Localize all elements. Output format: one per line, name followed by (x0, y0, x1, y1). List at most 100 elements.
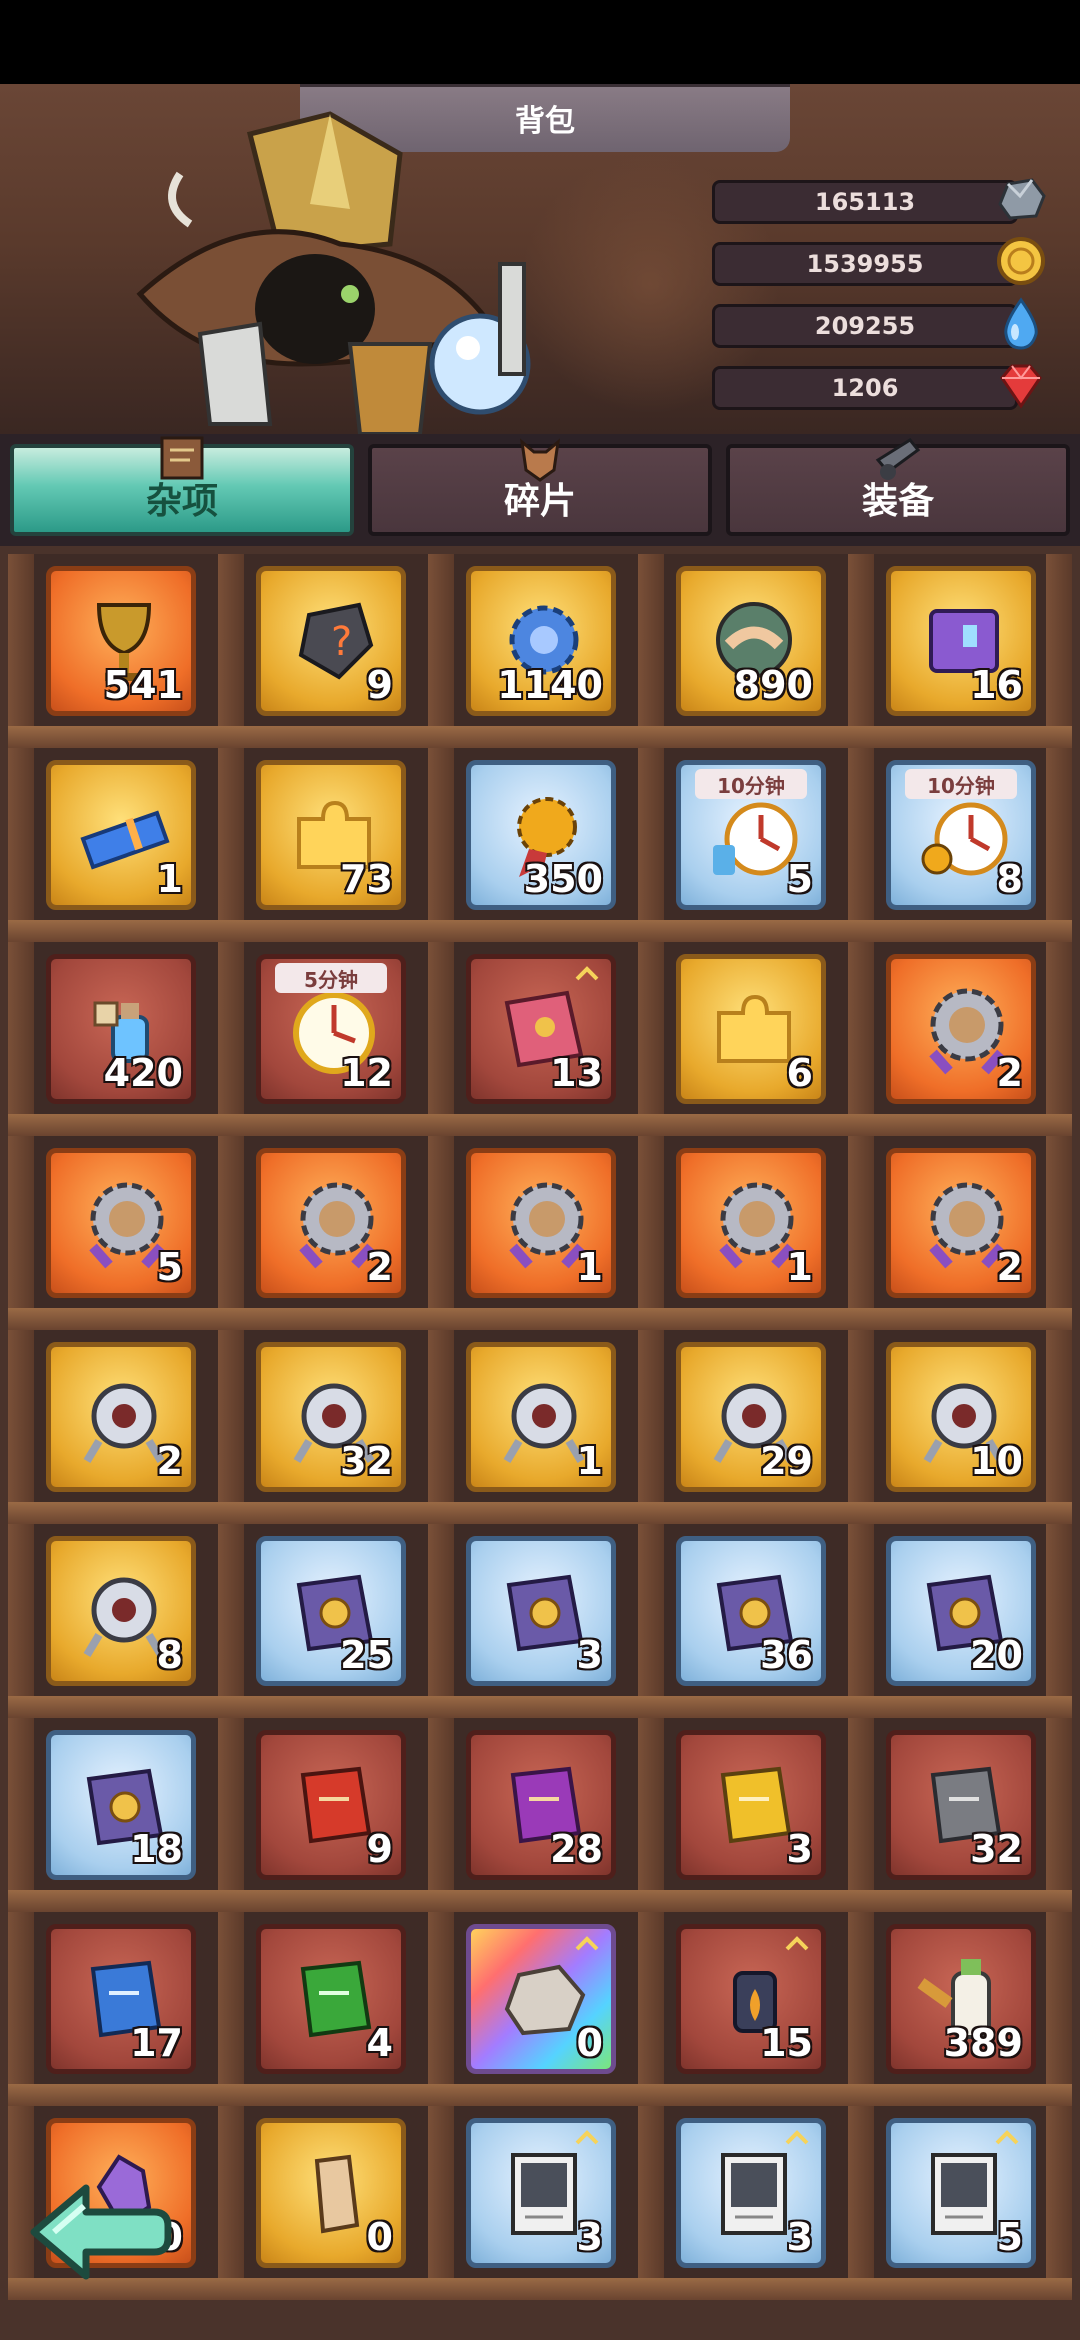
inventory-slot[interactable]: 2 (886, 1148, 1036, 1298)
header: 背包 165113 1539955 209255 1206 (0, 84, 1080, 434)
item-count: 3 (786, 1827, 813, 1871)
inventory-slot[interactable]: 890 (676, 566, 826, 716)
inventory-slot[interactable]: 10分钟 8 (886, 760, 1036, 910)
tab-misc[interactable]: 杂项 (10, 436, 354, 536)
inventory-slot[interactable]: 1 (46, 760, 196, 910)
inventory-slot[interactable]: ? 9 (256, 566, 406, 716)
inventory-slot[interactable]: 2 (46, 1342, 196, 1492)
item-count: 0 (366, 2215, 393, 2259)
shelf-post (8, 1330, 34, 1502)
cannon-tab-icon (875, 438, 921, 480)
shelf-row: 2 32 1 29 10 (8, 1330, 1072, 1524)
item-count: 1 (786, 1245, 813, 1289)
item-count: 36 (760, 1633, 813, 1677)
inventory-slot[interactable]: 32 (256, 1342, 406, 1492)
item-count: 3 (786, 2215, 813, 2259)
item-count: 2 (156, 1439, 183, 1483)
shelf-plank (8, 920, 1072, 942)
shelf-row: 541 ? 9 1140 890 16 (8, 554, 1072, 748)
shelf-post (638, 554, 664, 726)
shelf-post (218, 1912, 244, 2084)
shelf-post (428, 1524, 454, 1696)
inventory-slot[interactable]: 3 (676, 2118, 826, 2268)
inventory-slot[interactable]: 6 (676, 954, 826, 1104)
shelf-post (218, 554, 244, 726)
inventory-slot[interactable]: 2 (886, 954, 1036, 1104)
inventory-slot[interactable]: 9 (256, 1730, 406, 1880)
inventory-slot[interactable]: 2 (256, 1148, 406, 1298)
inventory-slot[interactable]: 5 (46, 1148, 196, 1298)
inventory-slot[interactable]: 1 (466, 1148, 616, 1298)
upgrade-chevron-icon (785, 1936, 809, 1951)
shelf-post (218, 1330, 244, 1502)
item-count: 12 (340, 1051, 393, 1095)
shelf-post (848, 1524, 874, 1696)
shelf-post (638, 748, 664, 920)
shelf-plank (8, 1114, 1072, 1136)
resource-gold-value: 1539955 (712, 242, 1018, 286)
item-count: 9 (366, 1827, 393, 1871)
shelf-post (8, 748, 34, 920)
inventory-slot[interactable]: 17 (46, 1924, 196, 2074)
shelf-row: 17 4 0 15 389 (8, 1912, 1072, 2106)
inventory-slot[interactable]: 18 (46, 1730, 196, 1880)
inventory-slot[interactable]: 10 (886, 1342, 1036, 1492)
back-arrow-icon[interactable] (24, 2176, 174, 2288)
item-count: 6 (786, 1051, 813, 1095)
inventory-slot[interactable]: 420 (46, 954, 196, 1104)
inventory-slot[interactable]: 15 (676, 1924, 826, 2074)
shelf-post (1046, 554, 1072, 726)
shelf-post (428, 1912, 454, 2084)
shelf-post (848, 1718, 874, 1890)
stone-icon (998, 178, 1046, 220)
item-count: 2 (996, 1245, 1023, 1289)
inventory-slot[interactable]: 1140 (466, 566, 616, 716)
resource-gem-value: 1206 (712, 366, 1018, 410)
upgrade-chevron-icon (575, 2130, 599, 2145)
shelf-post (428, 942, 454, 1114)
shelf-post (848, 554, 874, 726)
item-count: 25 (340, 1633, 393, 1677)
inventory-slot[interactable]: 1 (676, 1148, 826, 1298)
item-count: 5 (996, 2215, 1023, 2259)
tab-fragments[interactable]: 碎片 (368, 438, 712, 536)
inventory-slot[interactable]: 0 (256, 2118, 406, 2268)
inventory-slot[interactable]: 3 (676, 1730, 826, 1880)
inventory-slot[interactable]: 36 (676, 1536, 826, 1686)
shelf-post (638, 1330, 664, 1502)
inventory-slot[interactable]: 5 (886, 2118, 1036, 2268)
inventory-slot[interactable]: 8 (46, 1536, 196, 1686)
inventory-slot[interactable]: 5分钟 12 (256, 954, 406, 1104)
shelf-post (638, 2106, 664, 2278)
tab-equipment[interactable]: 装备 (726, 438, 1070, 536)
shelf-post (1046, 1524, 1072, 1696)
inventory-slot[interactable]: 541 (46, 566, 196, 716)
inventory-slot[interactable]: 28 (466, 1730, 616, 1880)
item-count: 17 (130, 2021, 183, 2065)
inventory-slot[interactable]: 389 (886, 1924, 1036, 2074)
inventory-slot[interactable]: 3 (466, 2118, 616, 2268)
inventory-slot[interactable]: 1 (466, 1342, 616, 1492)
inventory-slot[interactable]: 3 (466, 1536, 616, 1686)
svg-text:?: ? (331, 619, 352, 665)
inventory-slot[interactable]: 0 (466, 1924, 616, 2074)
shelf-post (638, 1718, 664, 1890)
shelf-post (1046, 1136, 1072, 1308)
inventory-slot[interactable]: 20 (886, 1536, 1036, 1686)
inventory-slot[interactable]: 4 (256, 1924, 406, 2074)
shelf-post (848, 748, 874, 920)
inventory-slot[interactable]: 32 (886, 1730, 1036, 1880)
inventory-slot[interactable]: 16 (886, 566, 1036, 716)
inventory-slot[interactable]: 29 (676, 1342, 826, 1492)
shelf-post (1046, 1330, 1072, 1502)
inventory-slot[interactable]: 73 (256, 760, 406, 910)
inventory-slot[interactable]: 10分钟 5 (676, 760, 826, 910)
shelf-row: 8 25 3 36 20 (8, 1524, 1072, 1718)
item-count: 15 (760, 2021, 813, 2065)
inventory-slot[interactable]: 350 (466, 760, 616, 910)
inventory-slot[interactable]: 25 (256, 1536, 406, 1686)
item-count: 29 (760, 1439, 813, 1483)
inventory-slot[interactable]: 13 (466, 954, 616, 1104)
shelf-post (848, 1136, 874, 1308)
timer-label: 10分钟 (695, 769, 807, 799)
